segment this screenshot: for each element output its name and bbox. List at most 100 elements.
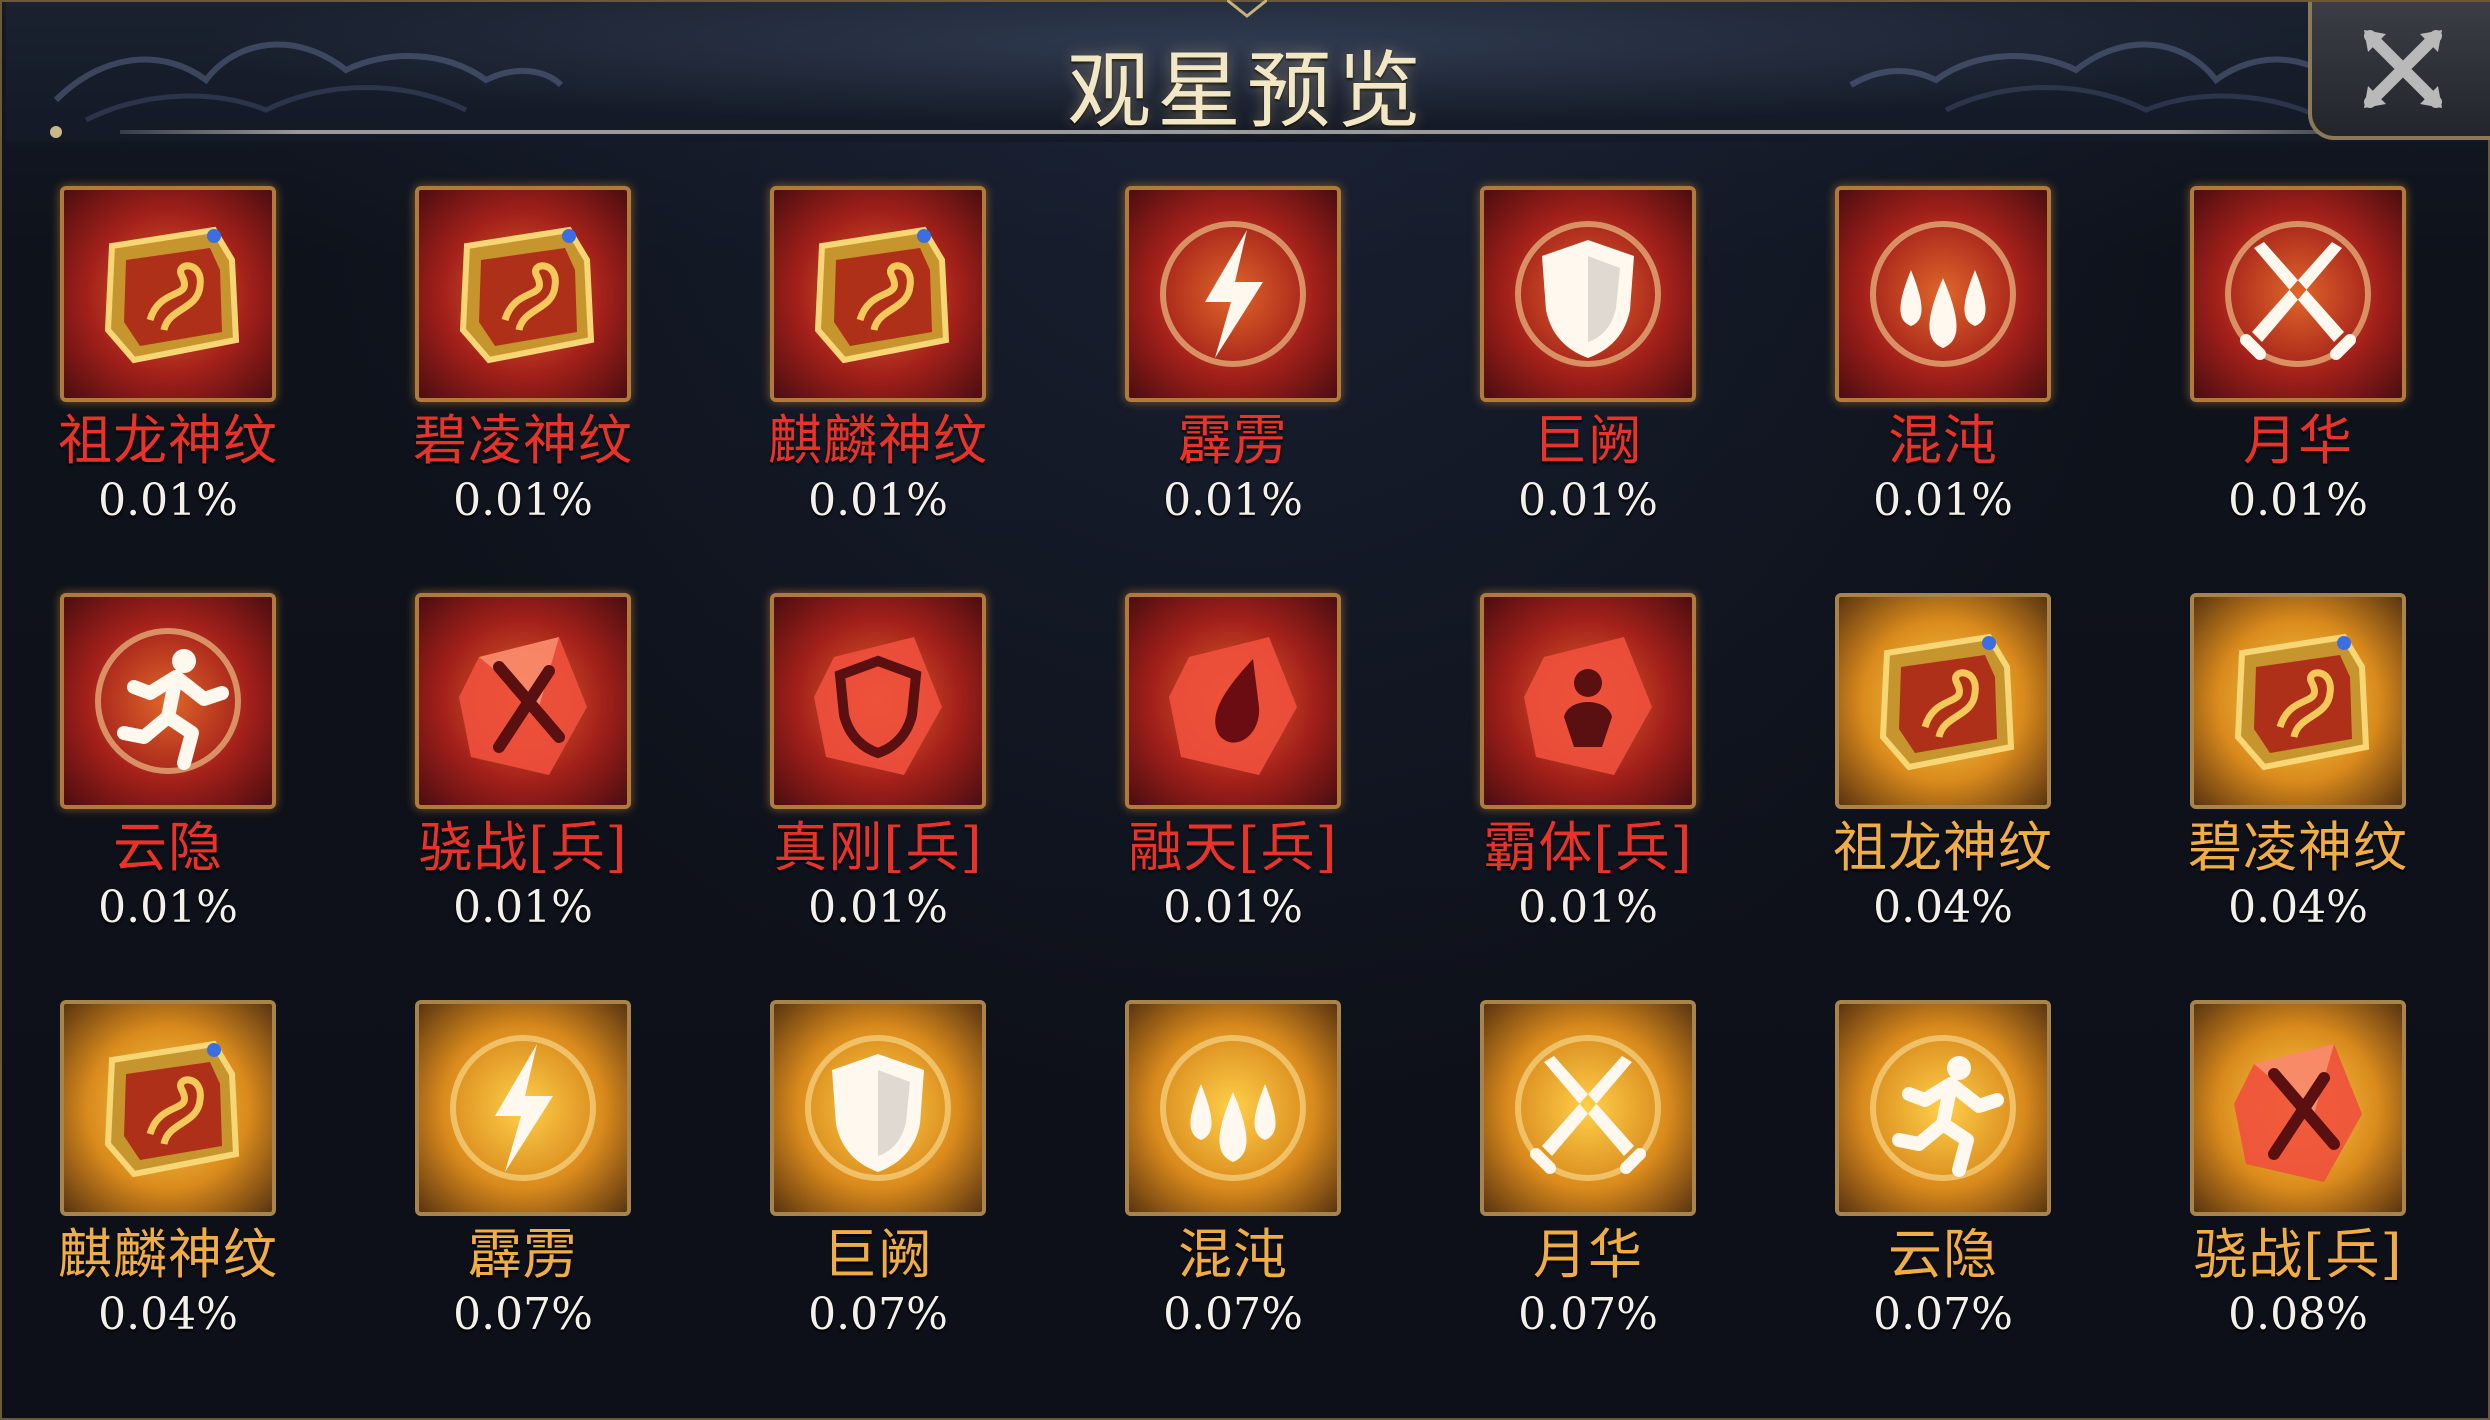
reward-icon-frame[interactable] (1480, 186, 1696, 402)
reward-icon-frame[interactable] (770, 1000, 986, 1216)
reward-name: 巨阙 (823, 1223, 933, 1286)
reward-icon-frame[interactable] (1835, 186, 2051, 402)
reward-name: 融天[兵] (1128, 816, 1338, 879)
divider-dot (50, 126, 62, 138)
reward-icon-frame[interactable] (415, 593, 631, 809)
reward-probability: 0.04% (2228, 882, 2368, 933)
reward-icon-frame[interactable] (1480, 1000, 1696, 1216)
beast-rune-icon (2234, 633, 2370, 771)
reward-probability: 0.04% (1873, 882, 2013, 933)
reward-icon-frame[interactable] (770, 593, 986, 809)
reward-item[interactable]: 碧凌神纹 0.01% (413, 186, 675, 546)
reward-probability: 0.01% (1873, 475, 2013, 526)
qilin-rune-icon (814, 226, 950, 364)
reward-probability: 0.01% (808, 882, 948, 933)
sword-crystal-icon (2234, 1044, 2362, 1182)
reward-item[interactable]: 碧凌神纹 0.04% (2188, 593, 2450, 953)
dragon-rune-icon (1879, 633, 2015, 771)
reward-name: 祖龙神纹 (58, 409, 278, 472)
reward-icon-frame[interactable] (60, 186, 276, 402)
shield-crystal-icon (814, 637, 942, 775)
crossed-swords-icon (2225, 221, 2371, 367)
runner-icon (1870, 1035, 2016, 1181)
reward-item[interactable]: 麒麟神纹 0.01% (768, 186, 1030, 546)
reward-probability: 0.01% (1163, 475, 1303, 526)
reward-item[interactable]: 月华 0.01% (2190, 186, 2450, 546)
reward-probability: 0.07% (453, 1289, 593, 1340)
reward-item[interactable]: 骁战[兵] 0.08% (2190, 1000, 2450, 1360)
reward-probability: 0.01% (453, 475, 593, 526)
reward-name: 霹雳 (1178, 409, 1288, 472)
reward-name: 真刚[兵] (773, 816, 983, 879)
shield-icon (1515, 221, 1661, 367)
reward-name: 云隐 (1888, 1223, 1998, 1286)
reward-probability: 0.01% (2228, 475, 2368, 526)
reward-name: 混沌 (1178, 1223, 1288, 1286)
sword-crystal-icon (459, 637, 587, 775)
reward-name: 霸体[兵] (1483, 816, 1693, 879)
reward-icon-frame[interactable] (415, 186, 631, 402)
reward-probability: 0.07% (1873, 1289, 2013, 1340)
reward-name: 月华 (1533, 1223, 1643, 1286)
reward-item[interactable]: 混沌 0.01% (1835, 186, 2095, 546)
reward-probability: 0.08% (2228, 1289, 2368, 1340)
reward-item[interactable]: 霹雳 0.07% (415, 1000, 675, 1360)
reward-item[interactable]: 骁战[兵] 0.01% (415, 593, 675, 953)
reward-name: 月华 (2243, 409, 2353, 472)
reward-item[interactable]: 真刚[兵] 0.01% (770, 593, 1030, 953)
reward-probability: 0.01% (1518, 475, 1658, 526)
reward-item[interactable]: 月华 0.07% (1480, 1000, 1740, 1360)
reward-probability: 0.01% (1163, 882, 1303, 933)
page-title: 观星预览 (1066, 42, 1427, 140)
reward-icon-frame[interactable] (1480, 593, 1696, 809)
reward-name: 混沌 (1888, 409, 1998, 472)
reward-icon-frame[interactable] (1835, 593, 2051, 809)
reward-item[interactable]: 霸体[兵] 0.01% (1480, 593, 1740, 953)
reward-probability: 0.07% (1518, 1289, 1658, 1340)
reward-item[interactable]: 融天[兵] 0.01% (1125, 593, 1385, 953)
reward-item[interactable]: 混沌 0.07% (1125, 1000, 1385, 1360)
reward-icon-frame[interactable] (60, 593, 276, 809)
reward-icon-frame[interactable] (2190, 1000, 2406, 1216)
reward-icon-frame[interactable] (60, 1000, 276, 1216)
reward-item[interactable]: 祖龙神纹 0.01% (58, 186, 320, 546)
lightning-icon (450, 1035, 596, 1181)
body-crystal-icon (1524, 637, 1652, 775)
shield-icon (805, 1035, 951, 1181)
qilin-rune-icon (104, 1040, 240, 1178)
close-button[interactable] (2308, 2, 2490, 140)
reward-icon-frame[interactable] (415, 1000, 631, 1216)
runner-icon (95, 628, 241, 774)
reward-probability: 0.01% (98, 475, 238, 526)
drop-crystal-icon (1169, 637, 1297, 775)
reward-name: 骁战[兵] (418, 816, 628, 879)
reward-name: 祖龙神纹 (1833, 816, 2053, 879)
reward-item[interactable]: 巨阙 0.07% (770, 1000, 1030, 1360)
reward-probability: 0.01% (453, 882, 593, 933)
reward-item[interactable]: 霹雳 0.01% (1125, 186, 1385, 546)
reward-probability: 0.07% (1163, 1289, 1303, 1340)
lightning-icon (1160, 221, 1306, 367)
reward-icon-frame[interactable] (770, 186, 986, 402)
reward-item[interactable]: 巨阙 0.01% (1480, 186, 1740, 546)
reward-icon-frame[interactable] (2190, 593, 2406, 809)
reward-icon-frame[interactable] (1125, 1000, 1341, 1216)
reward-item[interactable]: 云隐 0.07% (1835, 1000, 2095, 1360)
close-x-icon (2364, 30, 2442, 108)
reward-item[interactable]: 云隐 0.01% (60, 593, 320, 953)
reward-probability: 0.07% (808, 1289, 948, 1340)
reward-icon-frame[interactable] (2190, 186, 2406, 402)
reward-probability: 0.01% (1518, 882, 1658, 933)
reward-name: 碧凌神纹 (2188, 816, 2408, 879)
reward-icon-frame[interactable] (1835, 1000, 2051, 1216)
beast-rune-icon (459, 226, 595, 364)
title-notch-ornament (1227, 0, 1267, 18)
reward-icon-frame[interactable] (1125, 186, 1341, 402)
reward-probability: 0.01% (808, 475, 948, 526)
reward-name: 麒麟神纹 (58, 1223, 278, 1286)
reward-icon-frame[interactable] (1125, 593, 1341, 809)
title-divider (120, 130, 2352, 134)
reward-name: 巨阙 (1533, 409, 1643, 472)
reward-item[interactable]: 祖龙神纹 0.04% (1833, 593, 2095, 953)
reward-item[interactable]: 麒麟神纹 0.04% (58, 1000, 320, 1360)
